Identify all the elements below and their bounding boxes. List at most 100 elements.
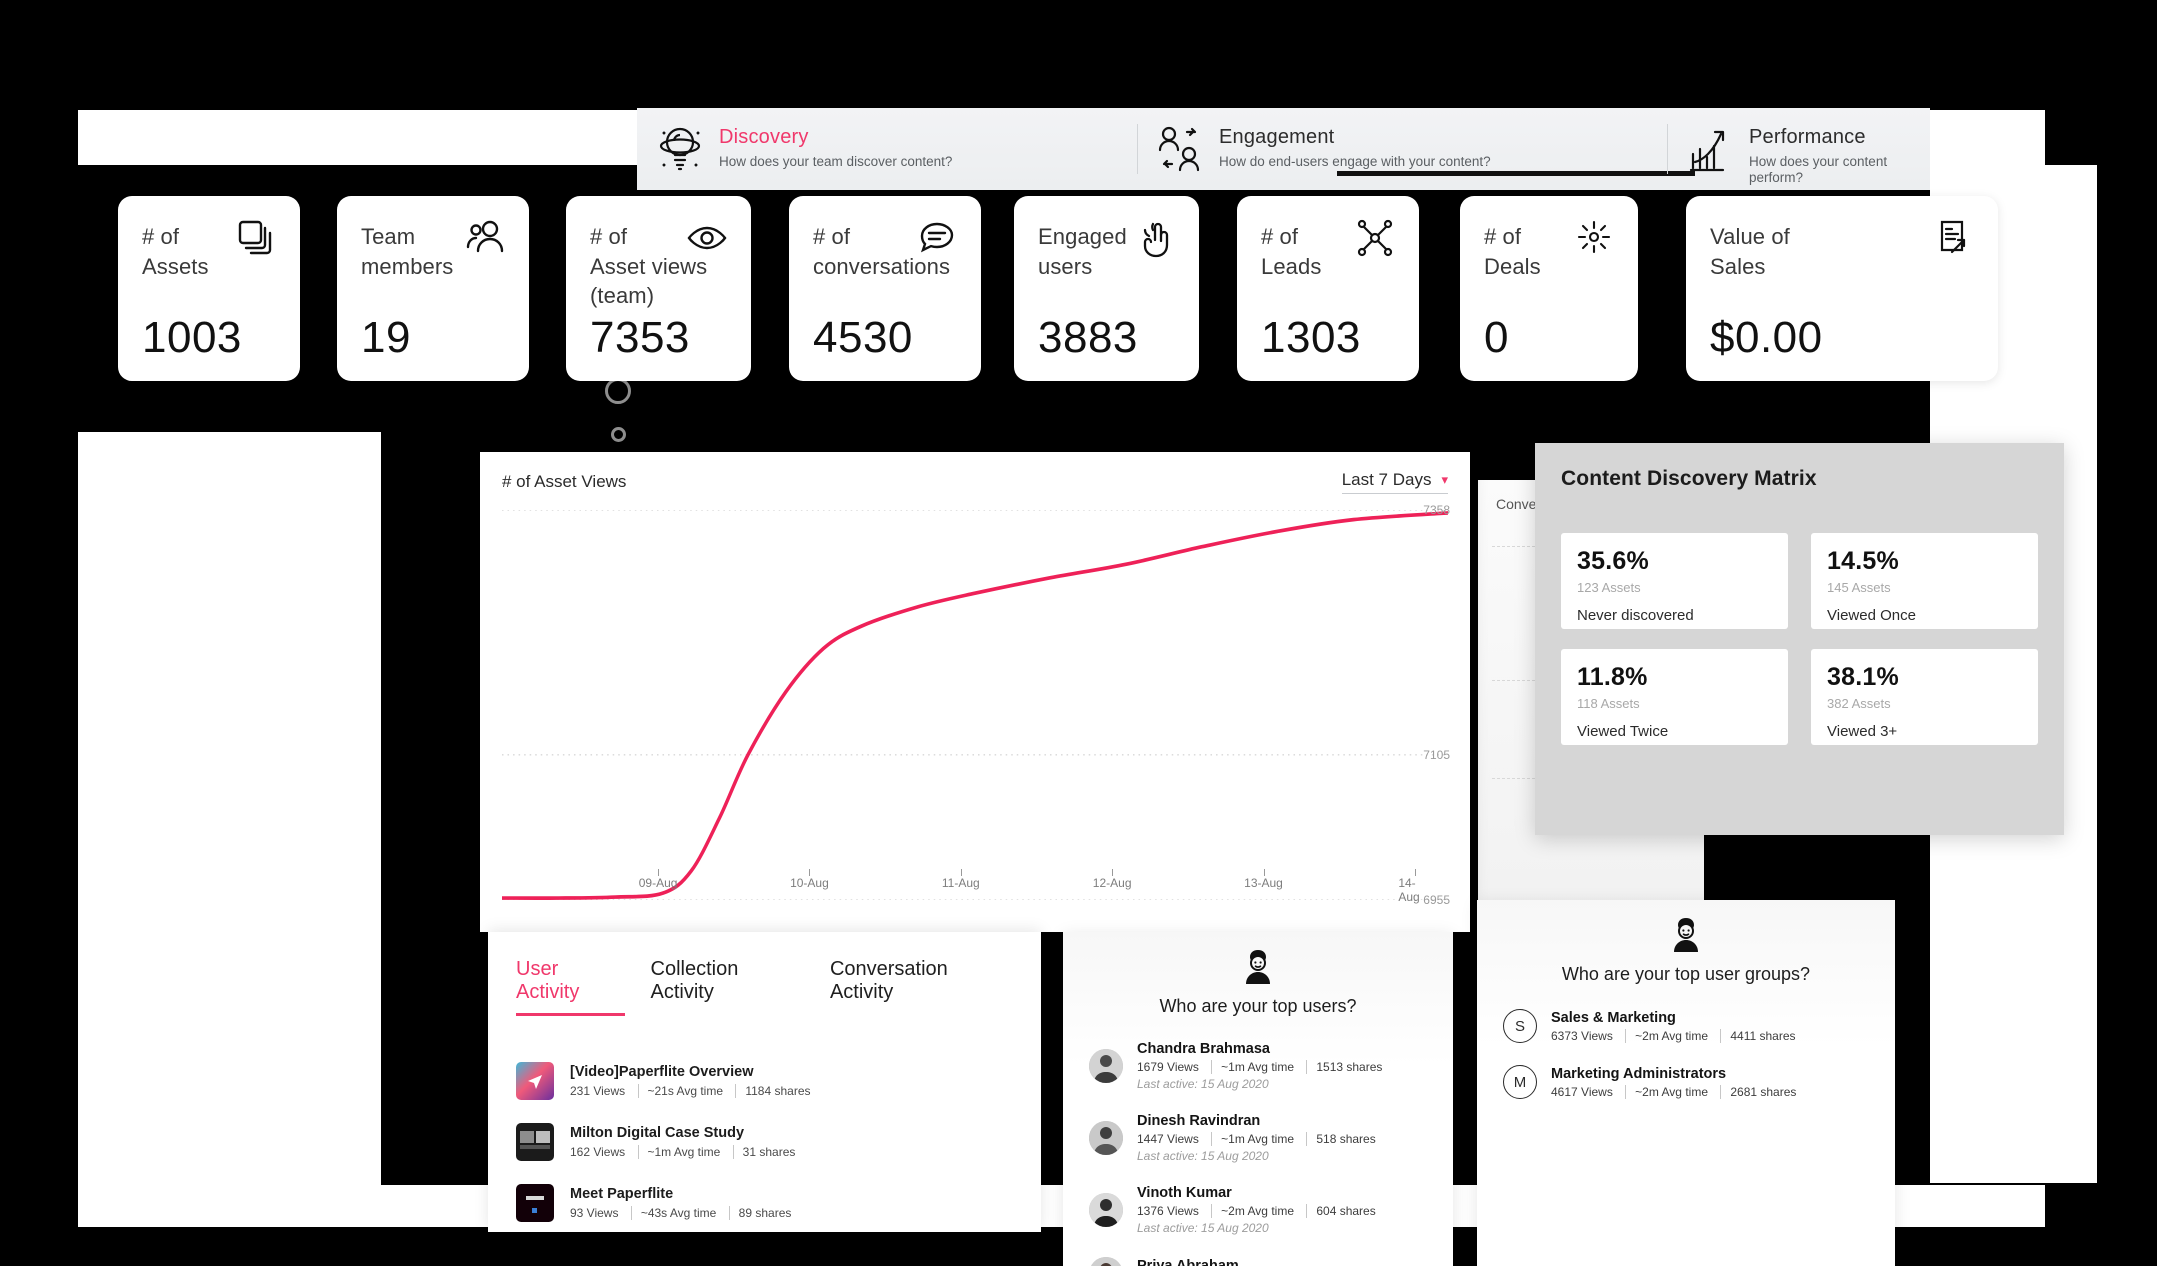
kpi-card-team-members[interactable]: Team members 19 (337, 196, 529, 381)
user-shares: 604 shares (1306, 1204, 1376, 1218)
x-axis-tick (1263, 869, 1265, 876)
x-axis-tick (960, 869, 962, 876)
asset-views: 162 Views (570, 1145, 626, 1159)
list-item[interactable]: Chandra Brahmasa 1679 Views ~1m Avg time… (1089, 1041, 1427, 1091)
list-item[interactable]: Dinesh Ravindran 1447 Views ~1m Avg time… (1089, 1113, 1427, 1163)
x-axis-labels: 09-Aug 10-Aug 11-Aug 12-Aug 13-Aug 14-Aug (502, 869, 1448, 904)
kpi-value: 4530 (813, 313, 913, 362)
matrix-percent: 38.1% (1827, 663, 1899, 691)
x-axis-tick (809, 869, 811, 876)
tab-user-activity[interactable]: User Activity (516, 958, 625, 1016)
x-axis-tick-label: 12-Aug (1092, 876, 1132, 890)
list-item[interactable]: Milton Digital Case Study 162 Views ~1m … (516, 1123, 1013, 1161)
panel-title: Who are your top user groups? (1561, 964, 1811, 984)
asset-shares: 89 shares (728, 1206, 792, 1220)
user-views: 1376 Views (1137, 1204, 1199, 1218)
matrix-assets: 123 Assets (1577, 580, 1641, 595)
date-range-label: Last 7 Days (1341, 470, 1432, 489)
group-name: Marketing Administrators (1551, 1065, 1727, 1082)
asset-shares: 1184 shares (735, 1084, 811, 1098)
kpi-value: 3883 (1038, 313, 1138, 362)
tab-performance[interactable]: Performance How does your content perfor… (1667, 108, 1927, 190)
list-item[interactable]: [Video]Paperflite Overview 231 Views ~21… (516, 1062, 1013, 1100)
user-meta: 1447 Views ~1m Avg time 518 shares (1137, 1132, 1376, 1146)
user-shares: 1513 shares (1306, 1060, 1383, 1074)
date-range-dropdown[interactable]: Last 7 Days ▾ (1341, 470, 1448, 494)
x-axis-tick-label: 09-Aug (638, 876, 678, 890)
chart-svg (502, 510, 1448, 900)
top-user-groups-panel: Who are your top user groups? S Sales & … (1477, 900, 1895, 1266)
matrix-cell-never-discovered[interactable]: 35.6% 123 Assets Never discovered (1561, 533, 1788, 629)
matrix-cell-viewed-once[interactable]: 14.5% 145 Assets Viewed Once (1811, 533, 2038, 629)
tab-conversation-activity[interactable]: Conversation Activity (830, 958, 1013, 1016)
layers-icon (234, 216, 278, 260)
activity-panel: User Activity Collection Activity Conver… (488, 932, 1041, 1232)
asset-meta: 231 Views ~21s Avg time 1184 shares (570, 1084, 811, 1098)
group-initial-badge: M (1503, 1065, 1537, 1099)
asset-list: [Video]Paperflite Overview 231 Views ~21… (516, 1062, 1013, 1222)
matrix-caption: Never discovered (1577, 607, 1694, 624)
decorative-circle (605, 378, 631, 404)
kpi-card-asset-views[interactable]: # of Asset views (team) 7353 (566, 196, 751, 381)
top-groups-list: S Sales & Marketing 6373 Views ~2m Avg t… (1477, 1009, 1895, 1099)
kpi-card-assets[interactable]: # of Assets 1003 (118, 196, 300, 381)
x-axis-tick (1112, 869, 1114, 876)
asset-meta: 162 Views ~1m Avg time 31 shares (570, 1145, 796, 1159)
avatar (1089, 1121, 1123, 1155)
matrix-percent: 35.6% (1577, 547, 1649, 575)
decorative-circle (611, 427, 626, 442)
person-avatar-icon (1666, 914, 1706, 954)
eye-icon (685, 216, 729, 260)
tab-discovery[interactable]: Discovery How does your team discover co… (637, 108, 1695, 190)
panel-title: Who are your top users? (1159, 996, 1357, 1016)
bar-chart-growth-icon (1685, 124, 1735, 176)
matrix-assets: 145 Assets (1827, 580, 1891, 595)
avatar (1089, 1257, 1123, 1266)
tab-collection-activity[interactable]: Collection Activity (651, 958, 804, 1016)
lead-network-icon (1353, 216, 1397, 260)
x-axis-tick-label: 14-Aug (1398, 876, 1420, 904)
user-last-active: Last active: 15 Aug 2020 (1137, 1149, 1269, 1163)
x-axis-tick-label: 13-Aug (1244, 876, 1283, 890)
analytics-tab-bar: Discovery How does your team discover co… (637, 108, 1930, 190)
list-item[interactable]: S Sales & Marketing 6373 Views ~2m Avg t… (1503, 1009, 1869, 1043)
user-name: Priya Abraham (1137, 1257, 1239, 1266)
asset-thumbnail (516, 1184, 554, 1222)
kpi-card-engaged-users[interactable]: Engaged users 3883 (1014, 196, 1199, 381)
user-views: 1679 Views (1137, 1060, 1199, 1074)
asset-avg: ~1m Avg time (637, 1145, 721, 1159)
kpi-card-value-of-sales[interactable]: Value of Sales $0.00 (1686, 196, 1998, 381)
asset-shares: 31 shares (732, 1145, 796, 1159)
tab-engagement[interactable]: Engagement How do end-users engage with … (1137, 108, 1667, 190)
group-views: 6373 Views (1551, 1028, 1613, 1043)
list-item[interactable]: Meet Paperflite 93 Views ~43s Avg time 8… (516, 1184, 1013, 1222)
matrix-cell-viewed-twice[interactable]: 11.8% 118 Assets Viewed Twice (1561, 649, 1788, 745)
matrix-percent: 11.8% (1577, 663, 1648, 691)
content-discovery-matrix-panel: Content Discovery Matrix 35.6% 123 Asset… (1535, 443, 2064, 835)
list-item[interactable]: M Marketing Administrators 4617 Views ~2… (1503, 1065, 1869, 1099)
user-meta: 1679 Views ~1m Avg time 1513 shares (1137, 1060, 1383, 1074)
list-item[interactable]: Priya Abraham 1288 Views ~1m Avg time 50… (1089, 1257, 1427, 1266)
chart-title: # of Asset Views (502, 472, 627, 491)
group-views: 4617 Views (1551, 1084, 1613, 1099)
avatar (1089, 1049, 1123, 1083)
top-users-panel: Who are your top users? Chandra Brahmasa… (1063, 932, 1453, 1266)
kpi-card-leads[interactable]: # of Leads 1303 (1237, 196, 1419, 381)
asset-views: 231 Views (570, 1084, 626, 1098)
tab-subtitle: How do end-users engage with your conten… (1219, 154, 1491, 169)
matrix-cell-viewed-3-plus[interactable]: 38.1% 382 Assets Viewed 3+ (1811, 649, 2038, 745)
kpi-value: 19 (361, 313, 411, 362)
kpi-card-deals[interactable]: # of Deals 0 (1460, 196, 1638, 381)
kpi-card-conversations[interactable]: # of conversations 4530 (789, 196, 981, 381)
user-avg: ~1m Avg time (1211, 1060, 1294, 1074)
list-item[interactable]: Vinoth Kumar 1376 Views ~2m Avg time 604… (1089, 1185, 1427, 1235)
group-avg: ~2m Avg time (1625, 1084, 1708, 1099)
asset-avg: ~43s Avg time (630, 1206, 717, 1220)
user-views: 1447 Views (1137, 1132, 1199, 1146)
user-avg: ~1m Avg time (1211, 1132, 1294, 1146)
tab-subtitle: How does your team discover content? (719, 154, 953, 169)
avatar (1089, 1193, 1123, 1227)
user-last-active: Last active: 15 Aug 2020 (1137, 1077, 1269, 1091)
kpi-value: 7353 (590, 313, 690, 362)
panel-title: Content Discovery Matrix (1561, 467, 1817, 490)
